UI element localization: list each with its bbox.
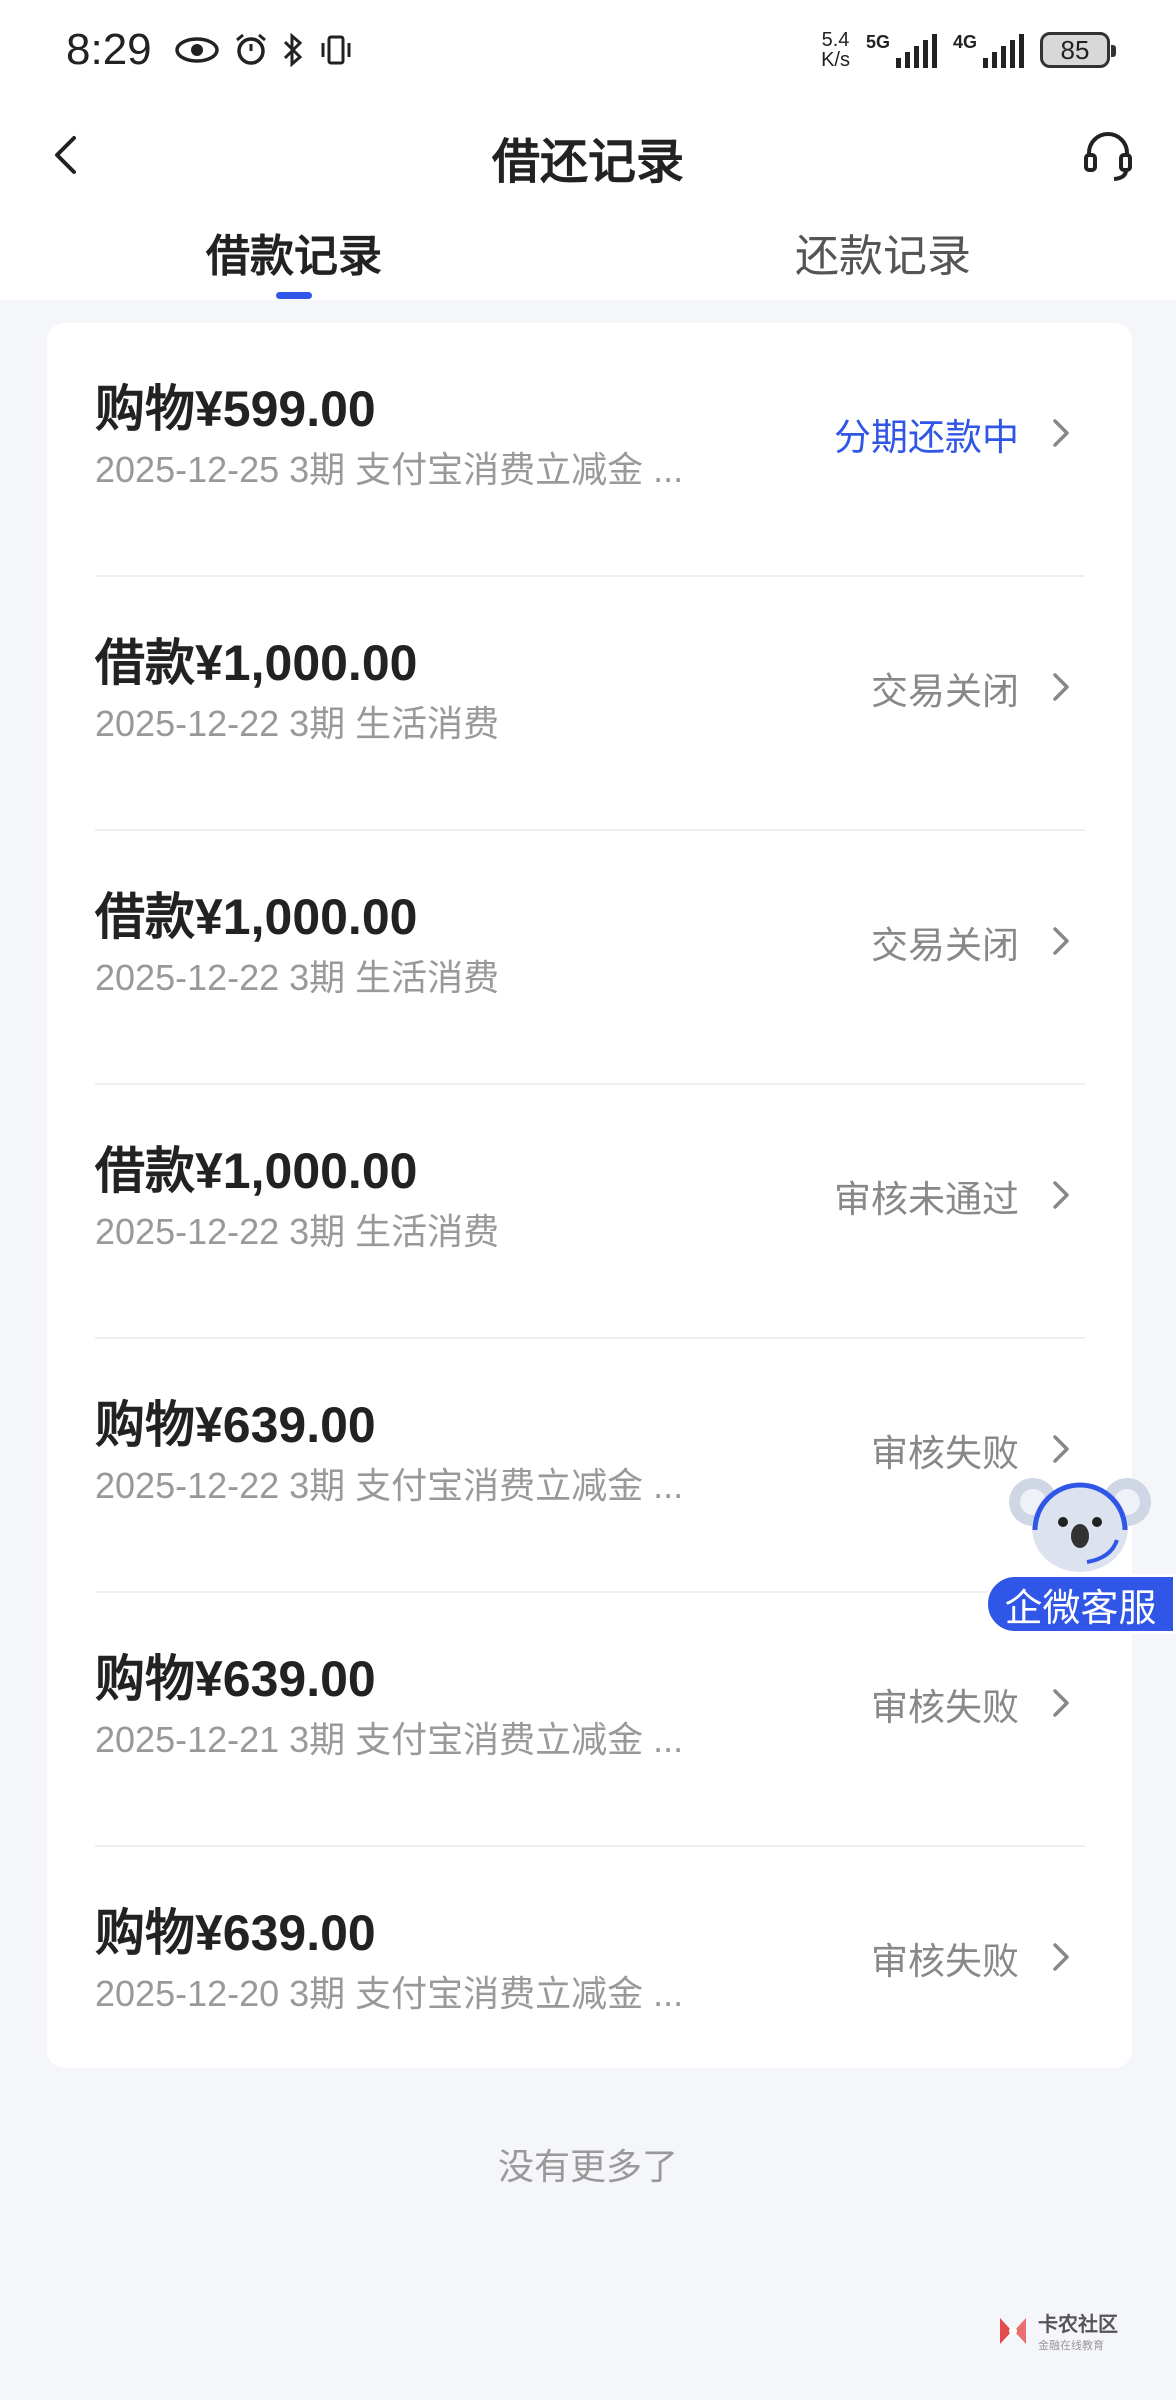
list-item[interactable]: 借款¥1,000.00 2025-12-22 3期 生活消费 交易关闭 xyxy=(95,577,1085,831)
bluetooth-icon xyxy=(283,33,302,67)
record-details: 2025-12-22 3期 生活消费 xyxy=(95,1211,500,1252)
chevron-right-icon xyxy=(1053,1689,1069,1717)
watermark-title: 卡农社区 xyxy=(1038,2314,1118,2336)
records-list: 购物¥599.00 2025-12-25 3期 支付宝消费立减金 ... 分期还… xyxy=(47,323,1132,2068)
watermark: 卡农社区 金融在线教育 xyxy=(996,2308,1118,2353)
record-status: 审核失败 xyxy=(871,1687,1019,1728)
list-item[interactable]: 购物¥639.00 2025-12-20 3期 支付宝消费立减金 ... 审核失… xyxy=(95,1847,1085,2101)
end-of-list-message: 没有更多了 xyxy=(497,2146,678,2187)
battery-icon: 85 xyxy=(1040,32,1116,68)
record-amount: 购物¥639.00 xyxy=(95,1905,376,1961)
page-title: 借还记录 xyxy=(491,136,684,189)
network-speed: 5.4 K/s xyxy=(821,29,850,71)
battery-level: 85 xyxy=(1060,34,1090,65)
watermark-logo-icon xyxy=(1000,2317,1026,2344)
record-amount: 购物¥639.00 xyxy=(95,1397,376,1453)
record-amount: 借款¥1,000.00 xyxy=(95,635,418,691)
list-item[interactable]: 购物¥639.00 2025-12-21 3期 支付宝消费立减金 ... 审核失… xyxy=(95,1593,1085,1847)
record-tabs: 借款记录 还款记录 xyxy=(0,220,1176,300)
record-amount: 借款¥1,000.00 xyxy=(95,1143,418,1199)
watermark-subtitle: 金融在线教育 xyxy=(1038,2340,1104,2352)
record-status: 分期还款中 xyxy=(834,417,1019,458)
record-details: 2025-12-20 3期 支付宝消费立减金 ... xyxy=(95,1973,684,2014)
record-status: 审核未通过 xyxy=(834,1179,1019,1220)
status-time: 8:29 xyxy=(66,25,152,74)
record-details: 2025-12-22 3期 生活消费 xyxy=(95,957,500,998)
chevron-right-icon xyxy=(1053,419,1069,447)
chevron-right-icon xyxy=(1053,1181,1069,1209)
signal-5g-icon: 5G xyxy=(866,32,937,68)
headset-icon xyxy=(1084,132,1132,181)
record-status: 交易关闭 xyxy=(871,925,1019,966)
tab-borrow-records[interactable]: 借款记录 xyxy=(144,220,444,284)
koala-mascot-icon xyxy=(1009,1478,1151,1572)
eye-icon xyxy=(174,37,219,63)
chevron-right-icon xyxy=(1053,927,1069,955)
chevron-right-icon xyxy=(1053,1943,1069,1971)
record-details: 2025-12-21 3期 支付宝消费立减金 ... xyxy=(95,1719,684,1760)
record-status: 交易关闭 xyxy=(871,671,1019,712)
floating-service-label: 企微客服 xyxy=(985,1574,1176,1634)
list-item[interactable]: 购物¥599.00 2025-12-25 3期 支付宝消费立减金 ... 分期还… xyxy=(95,323,1085,577)
list-item[interactable]: 购物¥639.00 2025-12-22 3期 支付宝消费立减金 ... 审核失… xyxy=(95,1339,1085,1593)
vibrate-icon xyxy=(321,35,351,65)
record-details: 2025-12-25 3期 支付宝消费立减金 ... xyxy=(95,449,684,490)
chevron-right-icon xyxy=(1053,1435,1069,1463)
record-details: 2025-12-22 3期 生活消费 xyxy=(95,703,500,744)
customer-service-button[interactable] xyxy=(1076,120,1140,190)
chevron-right-icon xyxy=(1053,673,1069,701)
list-item[interactable]: 借款¥1,000.00 2025-12-22 3期 生活消费 交易关闭 xyxy=(95,831,1085,1085)
record-amount: 购物¥639.00 xyxy=(95,1651,376,1707)
record-status: 审核失败 xyxy=(871,1433,1019,1474)
record-amount: 购物¥599.00 xyxy=(95,381,376,437)
alarm-icon xyxy=(235,33,266,65)
list-item[interactable]: 借款¥1,000.00 2025-12-22 3期 生活消费 审核未通过 xyxy=(95,1085,1085,1339)
status-bar: 8:29 5.4 K/s 5G 4G 85 xyxy=(0,0,1176,100)
tab-repay-records[interactable]: 还款记录 xyxy=(733,220,1033,284)
page-header: 借还记录 借款记录 还款记录 xyxy=(0,100,1176,300)
floating-service-widget[interactable]: 企微客服 xyxy=(985,1470,1176,1640)
record-amount: 借款¥1,000.00 xyxy=(95,889,418,945)
active-tab-indicator xyxy=(276,292,312,299)
record-details: 2025-12-22 3期 支付宝消费立减金 ... xyxy=(95,1465,684,1506)
signal-4g-icon: 4G xyxy=(953,32,1024,68)
record-status: 审核失败 xyxy=(871,1941,1019,1982)
